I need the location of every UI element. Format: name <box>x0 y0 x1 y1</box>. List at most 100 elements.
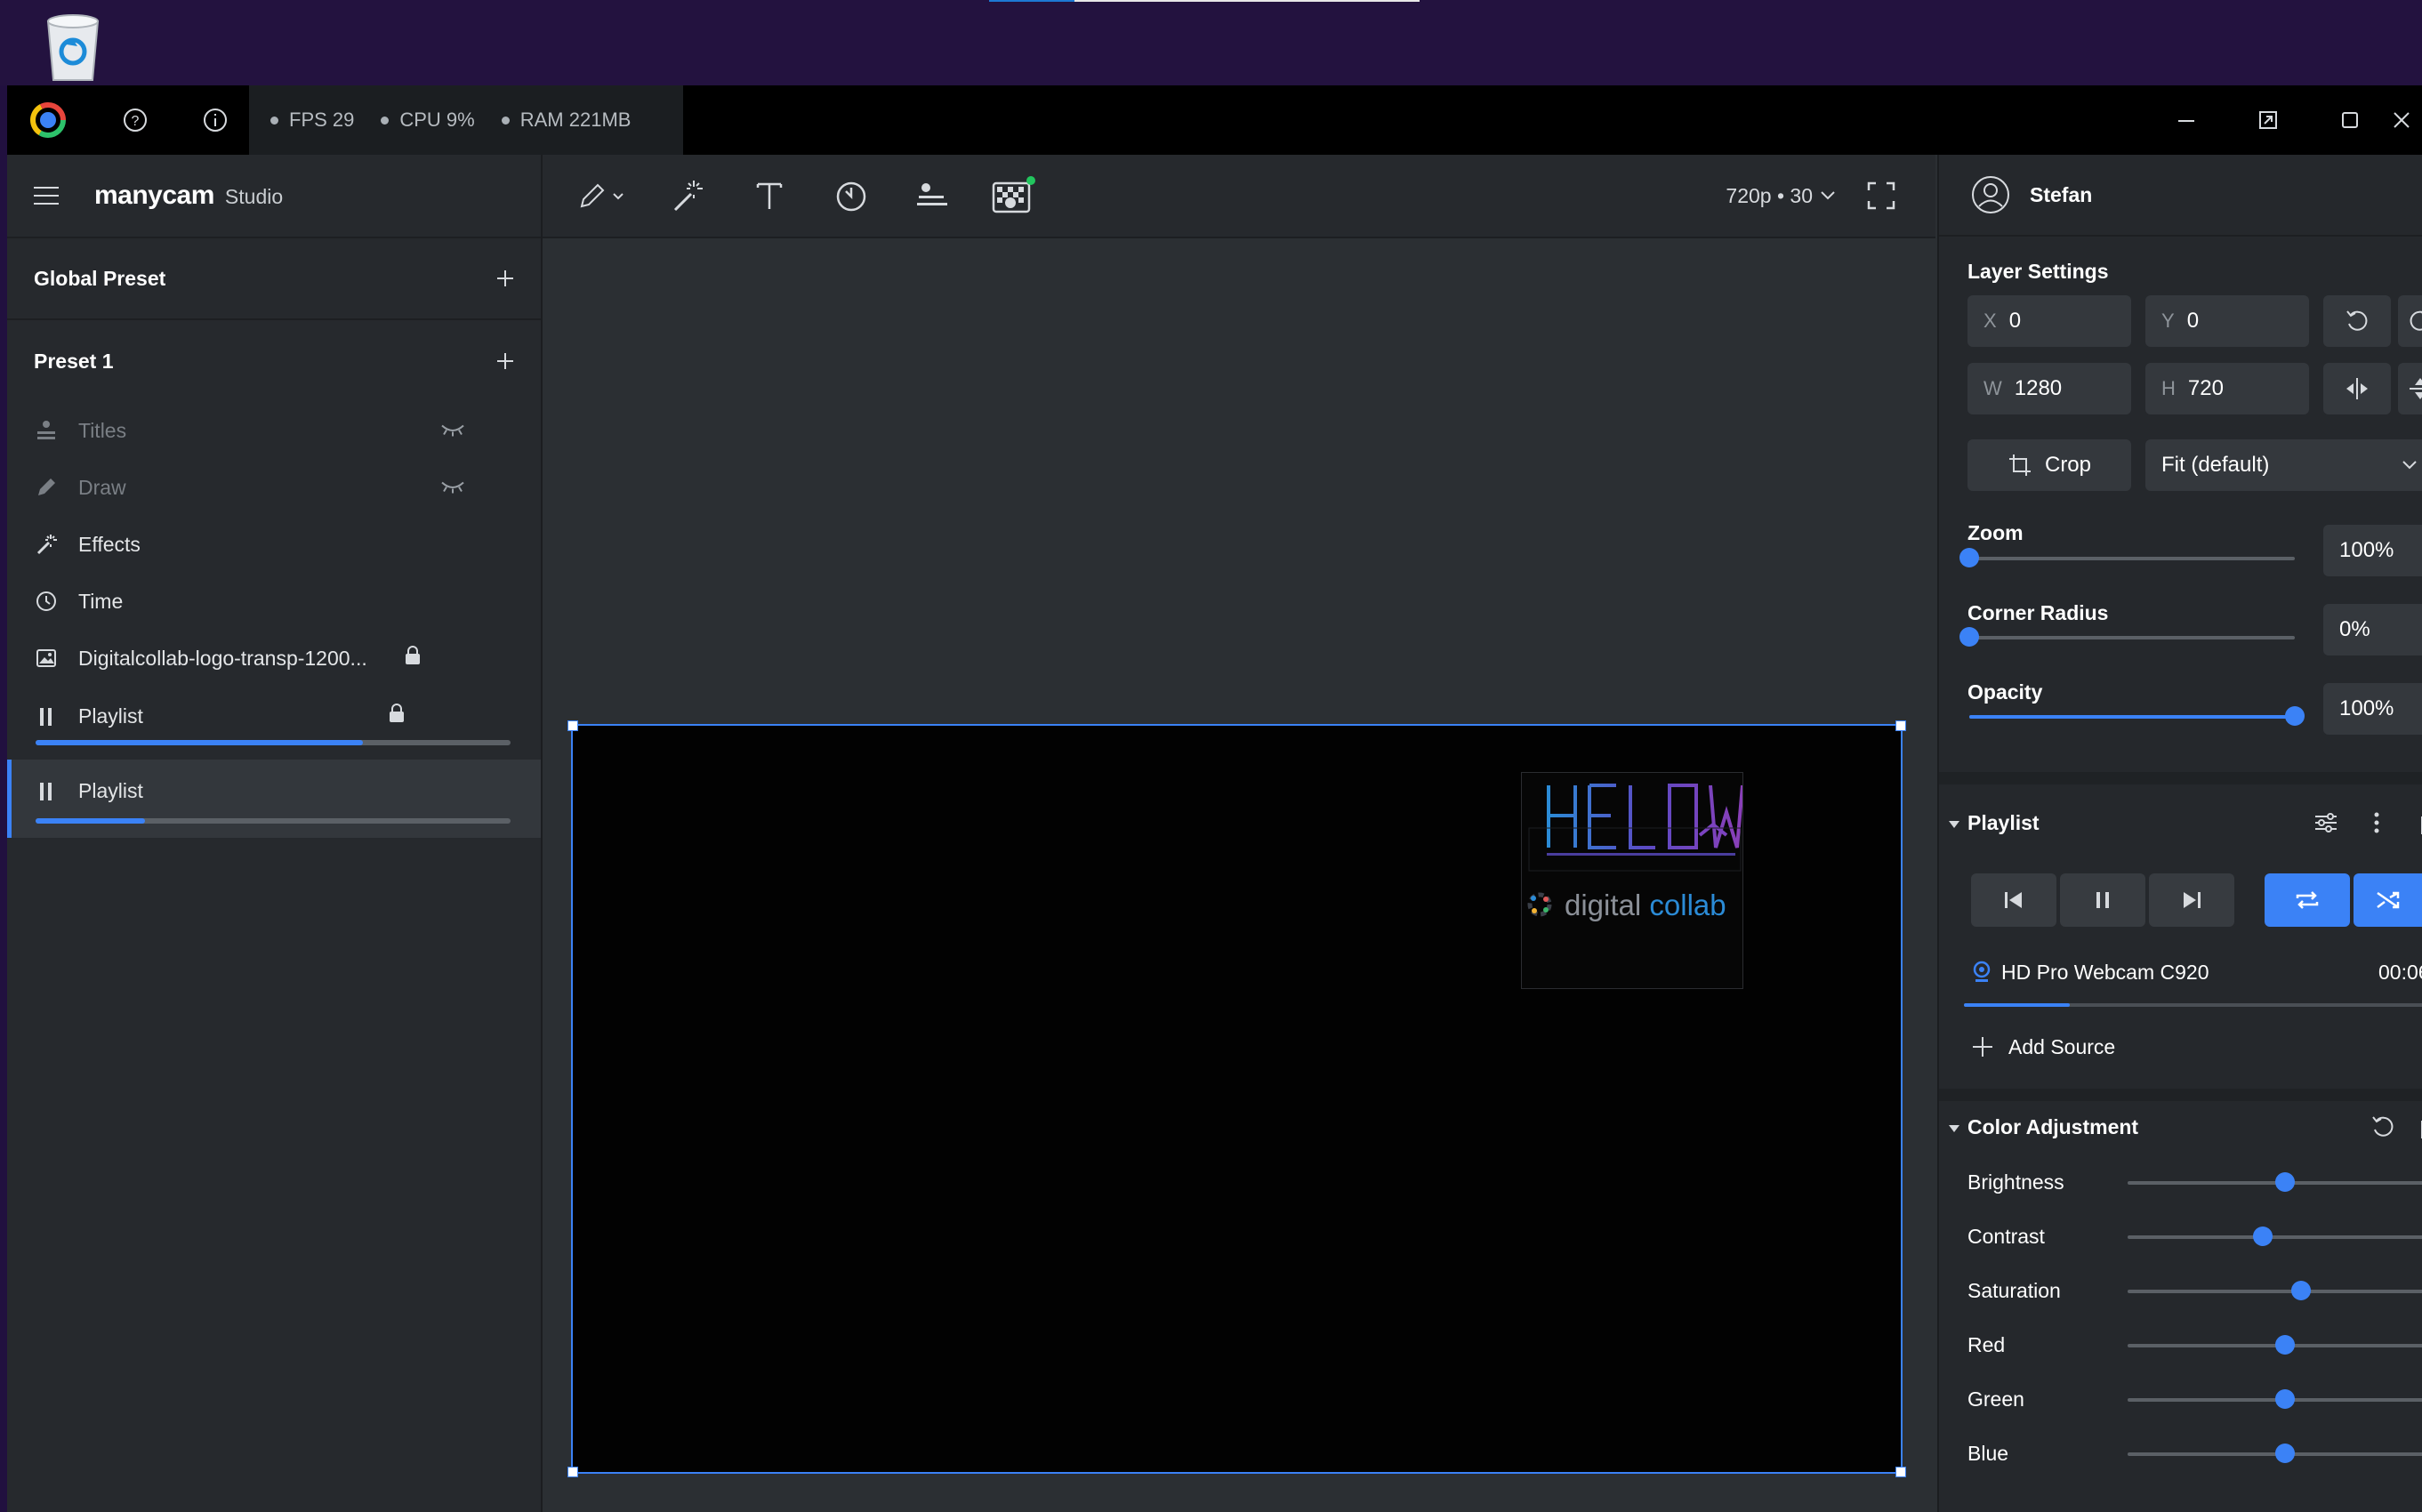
global-preset-label: Global Preset <box>34 266 166 290</box>
layer-time[interactable]: Time <box>7 573 541 630</box>
close-icon[interactable] <box>2391 85 2422 155</box>
manycam-window: ? FPS 29 CPU 9% RAM 221MB manycam Studio <box>7 85 2422 1512</box>
user-header[interactable]: Stefan <box>1939 155 2422 237</box>
shuffle-button[interactable] <box>2354 873 2422 927</box>
text-tool-button[interactable] <box>729 155 809 237</box>
draw-tool-button[interactable] <box>559 155 648 237</box>
flip-vertical-button[interactable] <box>2398 363 2422 414</box>
pencil-icon <box>34 475 59 500</box>
playlist-title: Playlist <box>1967 811 2040 834</box>
hidden-eye-icon[interactable] <box>439 476 466 500</box>
rotate-right-icon <box>2410 310 2422 331</box>
layer-draw[interactable]: Draw <box>7 459 541 516</box>
resize-handle[interactable] <box>567 1467 578 1477</box>
crop-icon <box>2008 454 2031 476</box>
add-layer-icon[interactable] <box>495 350 516 372</box>
logo-overlay-image[interactable]: digital collab <box>1521 772 1744 989</box>
source-progress <box>1964 1003 2422 1007</box>
source-name[interactable]: HD Pro Webcam C920 <box>2001 961 2209 985</box>
lower-third-icon <box>917 183 947 205</box>
lock-icon[interactable] <box>388 703 406 729</box>
brightness-slider[interactable] <box>2128 1172 2422 1192</box>
layer-playlist-2[interactable]: Playlist <box>7 760 541 838</box>
saturation-slider[interactable] <box>2128 1281 2422 1300</box>
rotate-right-button[interactable] <box>2398 295 2422 347</box>
resolution-select[interactable]: 720p • 30 <box>1726 155 1836 237</box>
user-name: Stefan <box>2030 182 2093 206</box>
playlist-progress <box>36 740 511 745</box>
rotate-left-button[interactable] <box>2323 295 2391 347</box>
layer-label: Playlist <box>78 704 143 728</box>
color-collapse-icon[interactable] <box>1948 1122 1960 1138</box>
maximize-icon[interactable] <box>2309 85 2391 155</box>
lock-icon[interactable] <box>404 645 422 672</box>
repeat-button[interactable] <box>2265 873 2350 927</box>
hidden-eye-icon[interactable] <box>439 419 466 443</box>
corner-radius-slider[interactable] <box>1959 627 2295 647</box>
video-preview-canvas[interactable]: digital collab <box>567 720 1906 1477</box>
crop-button[interactable]: Crop <box>1967 439 2131 491</box>
add-global-layer-icon[interactable] <box>495 268 516 289</box>
layer-playlist-1[interactable]: Playlist <box>7 687 541 749</box>
skip-back-icon <box>2005 892 2022 908</box>
red-slider[interactable] <box>2128 1335 2422 1355</box>
x-position-field[interactable]: X0 <box>1967 295 2131 347</box>
zoom-value-field[interactable]: 100% <box>2323 525 2422 576</box>
color-adjustment-title: Color Adjustment <box>1967 1115 2139 1138</box>
brand-name: manycam <box>94 181 214 210</box>
next-button[interactable] <box>2149 873 2234 927</box>
recycle-bin-icon[interactable] <box>37 9 109 84</box>
previous-button[interactable] <box>1971 873 2056 927</box>
corner-radius-value-field[interactable]: 0% <box>2323 604 2422 655</box>
resolution-label: 720p • 30 <box>1726 183 1813 207</box>
layer-image[interactable]: Digitalcollab-logo-transp-1200... <box>7 630 541 687</box>
resize-handle[interactable] <box>567 720 578 731</box>
brightness-label: Brightness <box>1967 1170 2064 1194</box>
user-avatar-icon <box>1972 176 2009 213</box>
pause-button[interactable] <box>2060 873 2145 927</box>
info-icon[interactable] <box>176 85 254 155</box>
playlist-settings-icon[interactable] <box>2313 809 2339 840</box>
playlist-collapse-icon[interactable] <box>1948 818 1960 834</box>
fullscreen-button[interactable] <box>1841 155 1921 237</box>
add-source-button[interactable]: Add Source <box>2008 1035 2115 1059</box>
skip-forward-icon <box>2184 892 2201 908</box>
cpu-stat: CPU 9% <box>381 109 475 132</box>
add-source-icon[interactable] <box>1971 1035 1994 1063</box>
zoom-slider[interactable] <box>1959 548 2295 567</box>
menu-icon[interactable] <box>34 180 66 212</box>
logo-wordmark: digital collab <box>1565 889 1726 921</box>
time-tool-button[interactable] <box>811 155 891 237</box>
contrast-slider[interactable] <box>2128 1226 2422 1246</box>
chevron-down-icon <box>2402 461 2417 470</box>
chroma-key-button[interactable] <box>973 155 1053 237</box>
green-slider[interactable] <box>2128 1389 2422 1409</box>
width-field[interactable]: W 1280 <box>1967 363 2131 414</box>
effects-tool-button[interactable] <box>648 155 728 237</box>
rotate-left-icon <box>2346 310 2368 331</box>
playlist-progress <box>36 818 511 824</box>
reset-color-icon[interactable] <box>2370 1114 2396 1145</box>
more-options-icon[interactable] <box>2371 809 2382 840</box>
opacity-slider[interactable] <box>1969 706 2305 726</box>
red-label: Red <box>1967 1333 2006 1356</box>
height-field[interactable]: H 720 <box>2145 363 2309 414</box>
opacity-value-field[interactable]: 100% <box>2323 683 2422 735</box>
resize-handle[interactable] <box>1895 720 1906 731</box>
pause-icon <box>34 704 59 729</box>
y-position-field[interactable]: Y0 <box>2145 295 2309 347</box>
fit-mode-select[interactable]: Fit (default) <box>2145 439 2422 491</box>
compact-mode-icon[interactable] <box>2227 85 2309 155</box>
preset-row[interactable]: Preset 1 <box>7 320 541 402</box>
minimize-icon[interactable] <box>2145 85 2227 155</box>
help-icon[interactable]: ? <box>96 85 174 155</box>
layer-titles[interactable]: Titles <box>7 402 541 459</box>
flip-horizontal-button[interactable] <box>2323 363 2391 414</box>
layer-effects[interactable]: Effects <box>7 516 541 573</box>
global-preset-row[interactable]: Global Preset <box>7 238 541 320</box>
repeat-icon <box>2296 891 2319 909</box>
taskbar-indicator <box>989 0 1420 2</box>
titles-tool-button[interactable] <box>891 155 971 237</box>
blue-slider[interactable] <box>2128 1444 2422 1463</box>
resize-handle[interactable] <box>1895 1467 1906 1477</box>
